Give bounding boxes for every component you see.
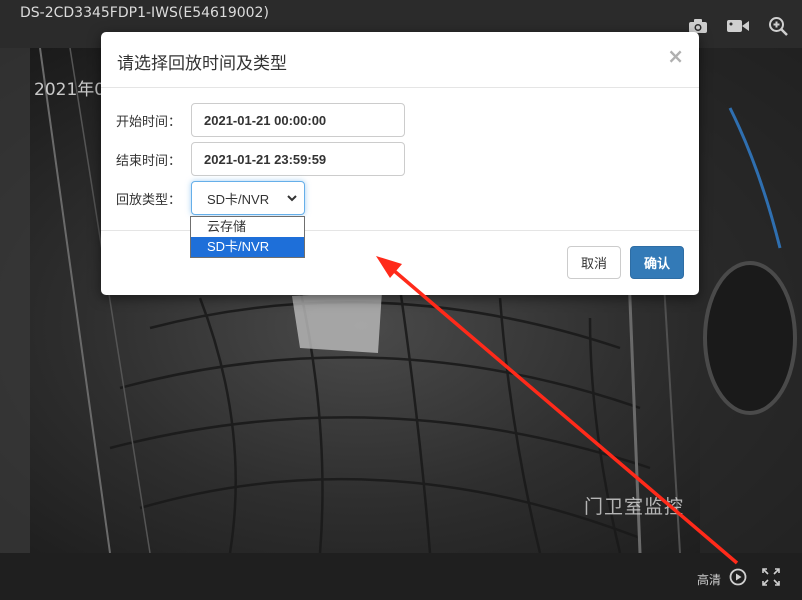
playback-type-dropdown: 云存储 SD卡/NVR — [190, 216, 305, 258]
cancel-button[interactable]: 取消 — [567, 246, 621, 279]
quality-toggle[interactable]: 高清 — [697, 571, 721, 588]
playback-type-selected: SD卡/NVR — [207, 191, 270, 207]
option-sd-nvr[interactable]: SD卡/NVR — [191, 237, 304, 257]
dialog-title: 请选择回放时间及类型 — [117, 54, 287, 74]
option-cloud-storage[interactable]: 云存储 — [191, 217, 304, 237]
start-time-label: 开始时间： — [116, 114, 182, 130]
video-record-icon[interactable] — [726, 18, 750, 34]
bottom-bar: 高清 — [0, 553, 802, 600]
top-toolbar — [688, 16, 788, 36]
osd-camera-label: 门卫室监控 — [584, 496, 685, 518]
close-icon[interactable]: × — [667, 44, 684, 68]
start-time-input[interactable] — [191, 103, 405, 137]
osd-timestamp: 2021年0 — [34, 80, 106, 100]
playback-type-label: 回放类型： — [116, 192, 182, 208]
device-title: DS-2CD3345FDP1-IWS(E54619002) — [20, 5, 269, 21]
chevron-down-icon — [286, 192, 298, 207]
playback-type-row: 回放类型： SD卡/NVR — [116, 181, 305, 215]
fullscreen-icon[interactable] — [762, 568, 780, 590]
playback-type-select[interactable]: SD卡/NVR — [191, 181, 305, 215]
zoom-in-icon[interactable] — [768, 16, 788, 36]
start-time-row: 开始时间： — [116, 103, 405, 137]
dialog-header: 请选择回放时间及类型 × — [101, 32, 699, 88]
end-time-input[interactable] — [191, 142, 405, 176]
confirm-button[interactable]: 确认 — [630, 246, 684, 279]
end-time-row: 结束时间： — [116, 142, 405, 176]
end-time-label: 结束时间： — [116, 153, 182, 169]
playback-icon[interactable] — [729, 568, 747, 590]
